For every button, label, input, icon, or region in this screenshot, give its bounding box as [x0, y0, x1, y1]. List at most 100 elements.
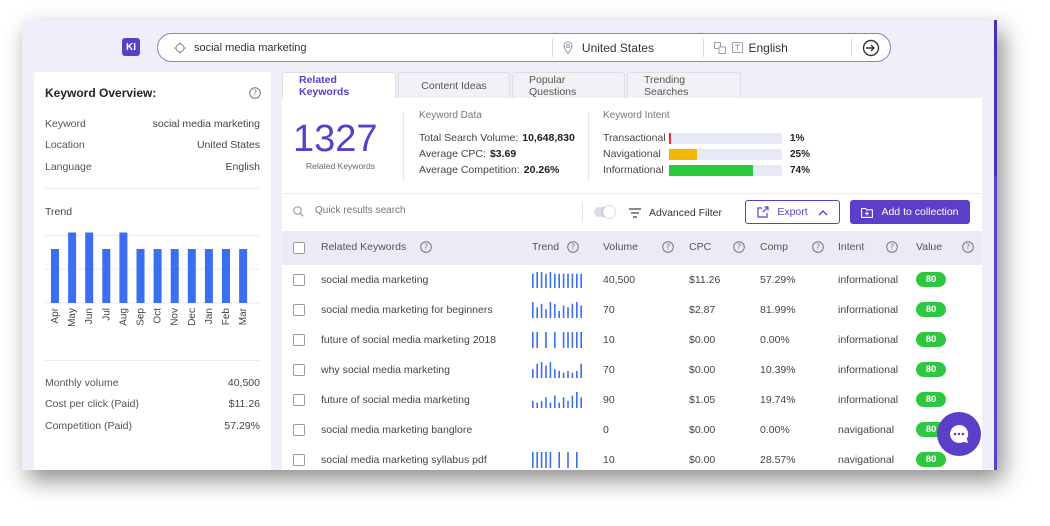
filter-toggle[interactable] — [594, 206, 615, 218]
col-volume[interactable]: Volume? — [603, 241, 674, 253]
keyword-link[interactable]: future of social media marketing 2018 — [321, 334, 496, 346]
help-icon[interactable]: ? — [962, 241, 974, 253]
table-row[interactable]: social media marketing syllabus pdf 10 $0.… — [282, 445, 982, 470]
row-trend-sparkline — [532, 362, 582, 378]
scrollbar-thumb[interactable] — [994, 20, 997, 176]
overview-row-location: Location United States — [45, 139, 260, 151]
row-checkbox[interactable] — [293, 274, 305, 286]
table-row[interactable]: social media marketing banglore 0 $0.00 0.0… — [282, 415, 982, 445]
trend-bar — [222, 249, 230, 303]
trend-month-label: Jan — [204, 308, 215, 324]
language-icon — [731, 42, 743, 53]
sparkline-bar — [576, 370, 578, 378]
col-trend[interactable]: Trend? — [532, 241, 579, 253]
keyword-link[interactable]: social media marketing syllabus pdf — [321, 454, 487, 466]
row-checkbox[interactable] — [293, 394, 305, 406]
help-icon[interactable]: ? — [420, 241, 433, 253]
trend-month-label: Jun — [84, 308, 95, 324]
tab-trending-searches[interactable]: Trending Searches — [627, 72, 741, 98]
sparkline-bar — [545, 273, 547, 288]
metric-competition: Competition (Paid) 57.29% — [45, 420, 260, 432]
advanced-filter-button[interactable]: Advanced Filter — [629, 202, 722, 224]
language-select[interactable]: English — [704, 34, 852, 61]
table-row[interactable]: why social media marketing 70 $0.00 10.39% i… — [282, 355, 982, 385]
add-to-collection-button[interactable]: Add to collection — [850, 200, 970, 224]
row-intent: navigational — [838, 454, 895, 466]
keyword-search-input[interactable] — [194, 41, 494, 54]
col-cpc[interactable]: CPC? — [689, 241, 745, 253]
app-logo[interactable]: KI — [122, 38, 140, 56]
help-icon[interactable]: ? — [567, 241, 579, 253]
col-value[interactable]: Value? — [916, 241, 974, 253]
keyword-link[interactable]: future of social media marketing — [321, 394, 470, 406]
row-trend-sparkline — [532, 392, 582, 408]
location-select[interactable]: United States — [553, 34, 703, 61]
chat-widget-button[interactable] — [937, 412, 981, 456]
row-checkbox[interactable] — [293, 334, 305, 346]
table-row[interactable]: social media marketing for beginners 70 $2… — [282, 295, 982, 325]
row-cpc: $0.00 — [689, 454, 716, 466]
keyword-link[interactable]: social media marketing for beginners — [321, 304, 493, 316]
page-scrollbar[interactable] — [994, 20, 997, 470]
sparkline-bar — [562, 332, 565, 348]
sparkline-bar — [571, 303, 574, 318]
select-all-checkbox[interactable] — [293, 242, 305, 254]
tab-content-ideas[interactable]: Content Ideas — [398, 72, 510, 98]
help-icon[interactable]: ? — [733, 241, 745, 253]
row-checkbox[interactable] — [293, 304, 305, 316]
sparkline-bar — [540, 400, 543, 408]
help-icon[interactable]: ? — [662, 241, 674, 253]
location-value: United States — [581, 40, 654, 55]
table-row[interactable]: future of social media marketing 90 $1.05 1… — [282, 385, 982, 415]
intent-bar-fill — [669, 132, 671, 144]
filter-bar: Advanced Filter Export Add to collectio — [282, 193, 982, 231]
header-label: Comp — [760, 241, 789, 253]
intent-bar — [669, 148, 782, 160]
row-checkbox[interactable] — [293, 424, 305, 436]
value-badge: 80 — [916, 392, 946, 407]
sparkline-bar — [567, 332, 569, 348]
table-row[interactable]: social media marketing 40,500 $11.26 57.29%… — [282, 265, 982, 295]
folder-plus-icon — [861, 207, 874, 218]
row-cpc: $0.00 — [689, 424, 716, 436]
sparkline-bar — [558, 273, 560, 288]
kd-value: 20.26% — [523, 164, 560, 176]
keyword-link[interactable]: why social media marketing — [321, 364, 450, 376]
trend-month-label: Jul — [101, 308, 112, 321]
sparkline-bar — [536, 272, 538, 288]
trend-bar — [85, 232, 94, 303]
tab-popular-questions[interactable]: Popular Questions — [512, 72, 625, 98]
header-label: Related Keywords — [321, 241, 407, 253]
col-related-keywords[interactable]: Related Keywords? — [321, 241, 433, 253]
keyword-link[interactable]: social media marketing — [321, 274, 428, 286]
keyword-link[interactable]: social media marketing banglore — [321, 424, 472, 436]
tab-bar: Related Keywords Content Ideas Popular Q… — [282, 72, 743, 98]
sparkline-bar — [549, 362, 552, 378]
sparkline-bar — [540, 303, 543, 318]
header-label: Trend — [532, 241, 560, 253]
sparkline-bar — [536, 363, 538, 378]
sparkline-bar — [549, 402, 552, 408]
sparkline-bar — [580, 397, 582, 408]
table-row[interactable]: future of social media marketing 2018 10 $… — [282, 325, 982, 355]
value-badge: 80 — [916, 302, 946, 317]
help-icon[interactable]: ? — [249, 86, 261, 104]
sparkline-bar — [567, 400, 569, 408]
average-competition: Average Competition: 20.26% — [419, 164, 559, 176]
col-intent[interactable]: Intent? — [838, 241, 899, 253]
export-button[interactable]: Export — [745, 200, 840, 224]
help-icon[interactable]: ? — [812, 241, 824, 253]
trend-bar — [119, 232, 128, 303]
col-comp[interactable]: Comp? — [760, 241, 824, 253]
metric-label: Monthly volume — [45, 377, 119, 389]
sparkline-bar — [576, 332, 578, 348]
quick-results-search-input[interactable] — [315, 205, 575, 216]
intent-label: Transactional — [603, 132, 666, 144]
row-checkbox[interactable] — [293, 454, 305, 466]
row-checkbox[interactable] — [293, 364, 305, 376]
row-label: Language — [45, 161, 92, 173]
trend-bar — [170, 249, 179, 303]
help-icon[interactable]: ? — [886, 241, 899, 253]
search-submit-button[interactable] — [852, 34, 890, 61]
tab-related-keywords[interactable]: Related Keywords — [282, 72, 396, 98]
